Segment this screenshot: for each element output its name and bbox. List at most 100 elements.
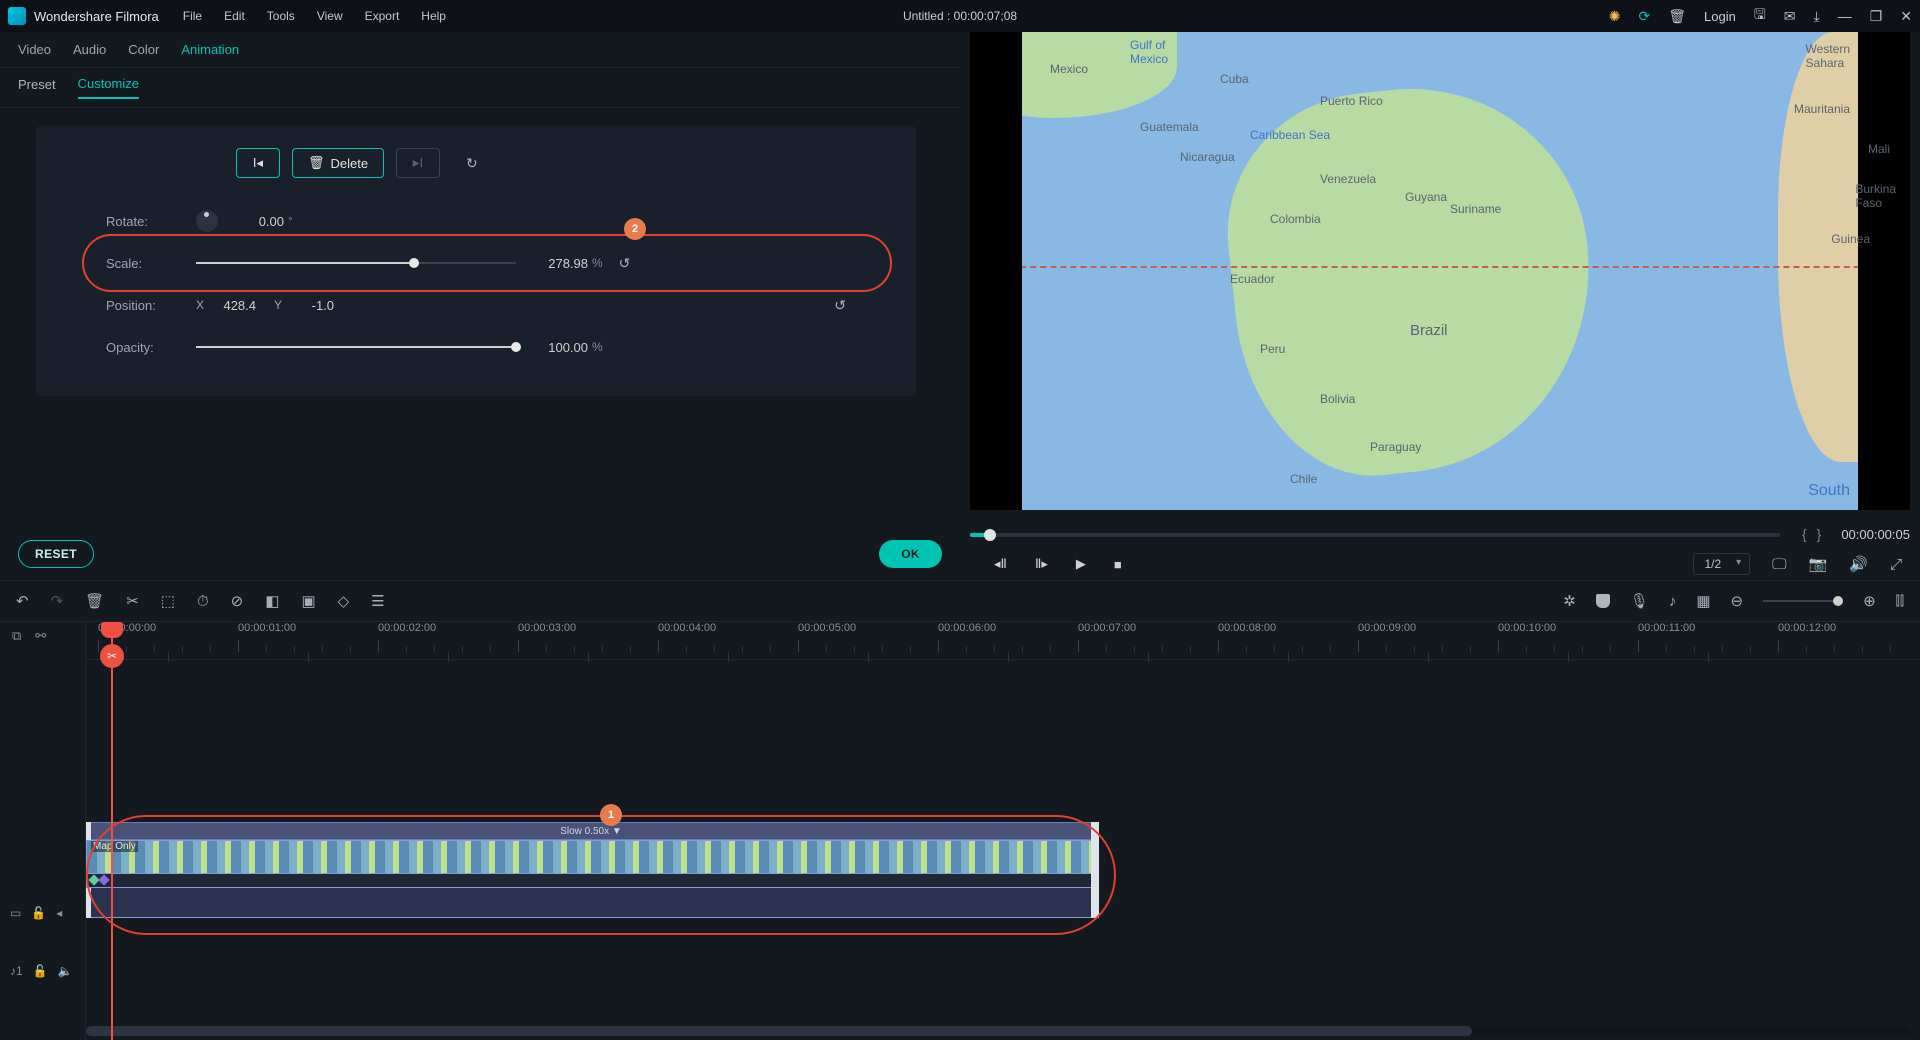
keyframe-icon[interactable]: ◇ (338, 592, 350, 610)
next-keyframe-button: ▸I (396, 148, 440, 178)
mark-out-brace[interactable]: } (1817, 526, 1822, 542)
color-icon[interactable]: ◧ (265, 592, 279, 610)
step-forward-icon[interactable]: Ⅱ▸ (1035, 556, 1048, 572)
opacity-label: Opacity: (106, 340, 196, 355)
lbl-cuba: Cuba (1220, 72, 1249, 86)
menu-file[interactable]: File (183, 9, 202, 23)
refresh-keyframe-icon[interactable]: ↻ (466, 155, 478, 172)
time-ruler[interactable]: 00:00:00:0000:00:01:0000:00:02:0000:00:0… (86, 622, 1920, 660)
reset-button[interactable]: RESET (18, 540, 94, 568)
menu-view[interactable]: View (317, 9, 343, 23)
stop-icon[interactable]: ■ (1114, 557, 1122, 572)
tips-icon[interactable]: ✺ (1609, 8, 1621, 25)
tab-color[interactable]: Color (128, 42, 159, 57)
split-icon[interactable]: ✂ (126, 592, 139, 610)
tab-video[interactable]: Video (18, 42, 51, 57)
adjust-icon[interactable]: ☰ (371, 592, 384, 610)
timeline-scrollbar[interactable] (86, 1026, 1910, 1036)
music-icon[interactable]: ♪ (1669, 593, 1677, 610)
lbl-nica: Nicaragua (1180, 150, 1235, 164)
zoom-fit-icon[interactable]: ⫿⫿ (1896, 593, 1904, 609)
update-icon[interactable]: ⟳ (1639, 8, 1651, 25)
video-track-header[interactable]: ▭ 🔓 ◂ (0, 878, 85, 948)
audio-track-header[interactable]: ♪1 🔓 🔈 (0, 956, 85, 986)
opacity-slider[interactable] (196, 340, 516, 354)
download-icon[interactable]: ⤓ (1814, 8, 1820, 25)
keyframe-diamond-2[interactable] (98, 874, 109, 885)
playback-progress[interactable] (970, 527, 1780, 541)
scale-label: Scale: (106, 256, 196, 271)
message-icon[interactable]: ✉ (1784, 8, 1796, 25)
clip-keyframe-lane[interactable] (86, 874, 1096, 888)
rotate-dial[interactable] (196, 210, 218, 232)
mute-icon[interactable]: 🔈 (58, 964, 73, 978)
subtab-customize[interactable]: Customize (78, 76, 139, 99)
preview-quality-select[interactable]: 1/2 (1693, 553, 1750, 575)
playhead-scissors-icon[interactable]: ✂ (100, 644, 124, 668)
tab-audio[interactable]: Audio (73, 42, 106, 57)
opacity-input[interactable] (538, 340, 588, 355)
scale-reset-icon[interactable]: ↺ (619, 255, 631, 272)
marker-icon[interactable] (1596, 594, 1610, 608)
video-clip[interactable]: Slow 0.50x ▼ ▶ Map Only (86, 822, 1096, 918)
track-add-icon[interactable]: ⧉ (12, 628, 21, 644)
pos-x-input[interactable] (210, 298, 256, 313)
clip-audio-lane[interactable] (86, 888, 1096, 918)
ruler-tick: 00:00:02:00 (378, 622, 436, 634)
sub-tabs: Preset Customize (0, 68, 960, 108)
mark-in-brace[interactable]: { (1802, 526, 1807, 542)
pos-y-input[interactable] (288, 298, 334, 313)
delete-keyframe-button[interactable]: 🗑 Delete (292, 148, 384, 178)
link-icon[interactable]: ⚯ (35, 628, 46, 644)
lbl-guat: Guatemala (1140, 120, 1199, 134)
close-button[interactable]: ✕ (1900, 8, 1912, 25)
render-icon[interactable]: ▦ (1696, 592, 1710, 610)
tab-animation[interactable]: Animation (181, 42, 239, 57)
menu-help[interactable]: Help (421, 9, 446, 23)
visibility-icon[interactable]: ◂ (56, 906, 62, 920)
lock-icon[interactable]: 🔓 (33, 964, 48, 978)
mix-icon[interactable]: ✲ (1563, 592, 1576, 610)
preview-viewport[interactable]: Gulf of Mexico Mexico Cuba Puerto Rico C… (970, 32, 1910, 510)
position-reset-icon[interactable]: ↺ (834, 297, 846, 314)
transform-properties: I◂ 🗑 Delete ▸I ↻ Rotate: ° (36, 126, 916, 396)
speed-icon[interactable]: ⏱ (197, 593, 209, 610)
login-link[interactable]: Login (1704, 9, 1736, 24)
voiceover-icon[interactable]: 🎙 (1630, 592, 1649, 610)
prev-keyframe-button[interactable]: I◂ (236, 148, 280, 178)
scale-input[interactable] (538, 256, 588, 271)
zoom-slider[interactable] (1763, 600, 1843, 602)
step-back-icon[interactable]: ◂Ⅱ (994, 556, 1007, 572)
display-icon[interactable]: 🖵 (1772, 556, 1786, 573)
save-icon[interactable]: 🖫 (1754, 4, 1766, 28)
play-icon[interactable]: ▶ (1076, 556, 1086, 572)
playhead[interactable]: ✂ (111, 622, 113, 1040)
zoom-out-icon[interactable]: ⊖ (1731, 592, 1744, 610)
lock-icon[interactable]: 🔓 (31, 906, 46, 920)
delete-clip-icon[interactable]: 🗑 (85, 592, 104, 610)
redo-icon[interactable]: ↷ (51, 592, 64, 610)
clip-speed-label[interactable]: Slow 0.50x ▼ (86, 822, 1096, 840)
pos-x-label: X (196, 298, 204, 312)
playhead-grip-icon[interactable] (101, 622, 123, 638)
menu-tools[interactable]: Tools (267, 9, 295, 23)
menu-export[interactable]: Export (365, 9, 400, 23)
fullscreen-icon[interactable]: ⤢ (1890, 556, 1902, 573)
freeze-icon[interactable]: ⊘ (231, 592, 244, 610)
green-screen-icon[interactable]: ▣ (301, 592, 315, 610)
zoom-in-icon[interactable]: ⊕ (1863, 592, 1876, 610)
crop-icon[interactable]: ⬚ (161, 592, 175, 610)
timeline[interactable]: ⧉ ⚯ ▭ 🔓 ◂ ♪1 🔓 🔈 00:00:00:0000:00:01:000… (0, 622, 1920, 1040)
scale-slider[interactable] (196, 256, 516, 270)
volume-icon[interactable]: 🔊 (1849, 555, 1868, 573)
subtab-preset[interactable]: Preset (18, 77, 56, 98)
clip-name: Map Only (91, 841, 138, 852)
rotate-input[interactable] (234, 214, 284, 229)
snapshot-icon[interactable]: 📷 (1809, 555, 1828, 573)
delete-icon[interactable]: 🗑 (1668, 8, 1686, 25)
undo-icon[interactable]: ↶ (16, 592, 29, 610)
minimize-button[interactable]: — (1838, 8, 1852, 24)
menu-edit[interactable]: Edit (224, 9, 245, 23)
ok-button[interactable]: OK (879, 540, 942, 568)
maximize-button[interactable]: ❐ (1870, 8, 1883, 25)
